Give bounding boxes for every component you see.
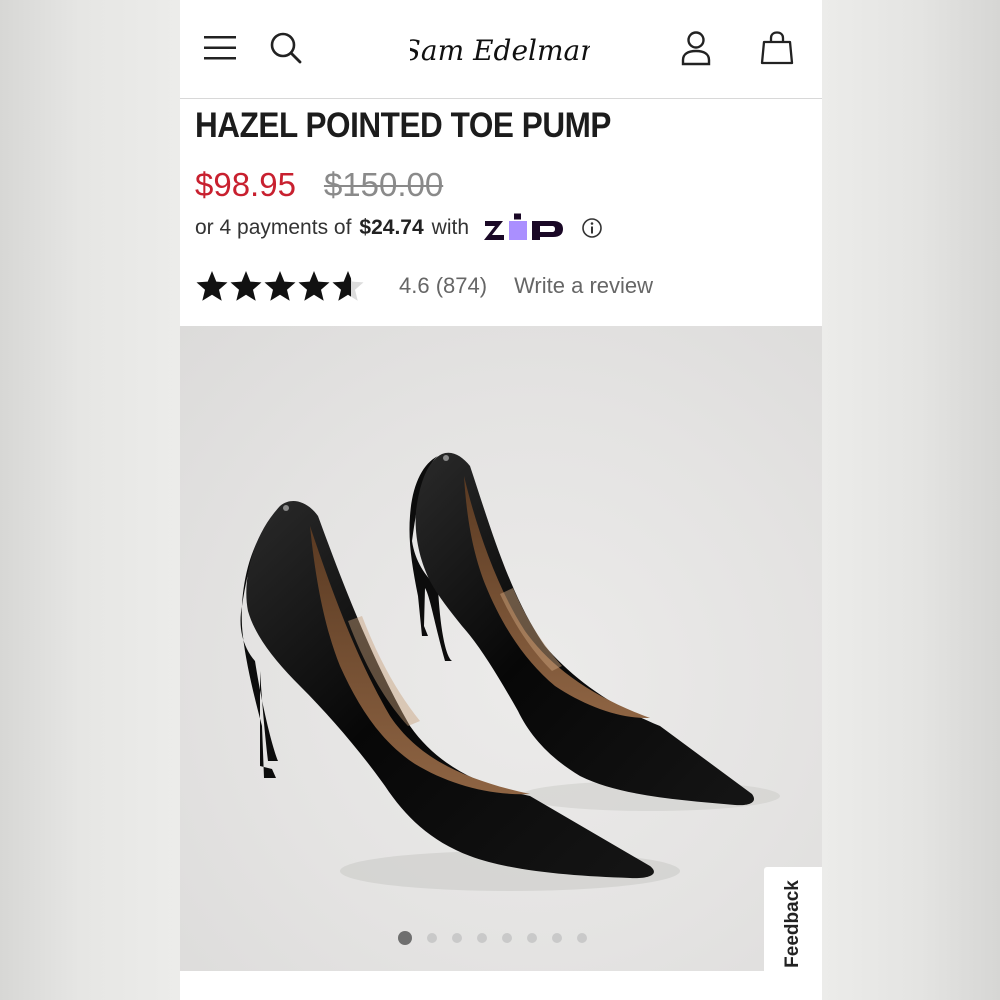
star-full-icon	[196, 271, 228, 301]
brand-logo-text: Sam Edelman	[410, 34, 590, 67]
star-rating[interactable]	[195, 268, 365, 304]
gallery-dot[interactable]	[398, 931, 412, 945]
back-shoe-icon	[409, 452, 755, 806]
site-header: Sam Edelman	[180, 0, 822, 99]
menu-icon[interactable]	[200, 28, 240, 68]
product-title: HAZEL POINTED TOE PUMP	[195, 106, 611, 145]
gallery-dot[interactable]	[527, 933, 537, 943]
original-price: $150.00	[323, 166, 444, 203]
product-image	[240, 452, 780, 891]
sale-price: $98.95	[195, 166, 296, 203]
star-full-icon	[230, 271, 262, 301]
gallery-pagination	[398, 931, 587, 945]
gallery-dot[interactable]	[427, 933, 437, 943]
gallery-dot[interactable]	[577, 933, 587, 943]
installment-prefix: or 4 payments of	[195, 216, 352, 239]
installment-suffix: with	[431, 216, 470, 239]
product-image-gallery[interactable]	[180, 326, 822, 971]
installment-row: or 4 payments of $24.74 with	[195, 212, 603, 244]
gallery-dot[interactable]	[552, 933, 562, 943]
price-row: $98.95 $150.00	[195, 166, 443, 204]
rating-row: 4.6 (874) Write a review	[195, 264, 653, 308]
feedback-tab[interactable]: Feedback	[764, 867, 822, 980]
bottom-strip	[180, 971, 822, 1000]
star-full-icon	[298, 271, 330, 301]
gallery-dot[interactable]	[452, 933, 462, 943]
product-page: Sam Edelman HAZEL POINTED TOE PUMP $98.9…	[180, 0, 822, 1000]
info-icon[interactable]	[581, 217, 603, 239]
search-icon[interactable]	[266, 28, 306, 68]
installment-amount: $24.74	[359, 216, 424, 239]
zip-logo-icon[interactable]	[483, 213, 569, 243]
brand-logo[interactable]: Sam Edelman	[410, 22, 590, 78]
star-full-icon	[264, 271, 296, 301]
gallery-dot[interactable]	[502, 933, 512, 943]
account-icon[interactable]	[676, 28, 716, 68]
bag-icon[interactable]	[757, 28, 797, 68]
gallery-dot[interactable]	[477, 933, 487, 943]
write-review-link[interactable]: Write a review	[514, 273, 653, 299]
feedback-label: Feedback	[782, 879, 803, 968]
rating-summary[interactable]: 4.6 (874)	[399, 273, 487, 299]
